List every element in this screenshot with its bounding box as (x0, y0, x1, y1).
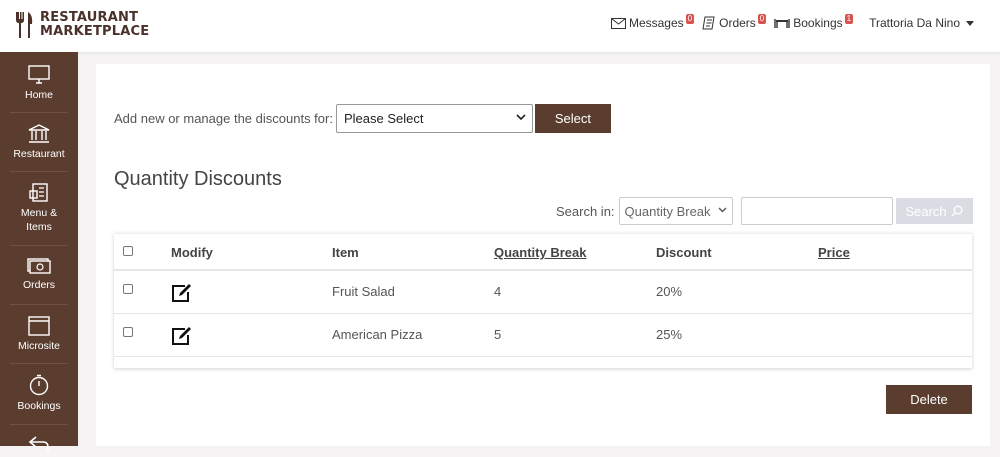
sidebar-item-label-line-2: Items (26, 221, 52, 233)
sidebar-item-label: Restaurant (13, 148, 65, 160)
search-field-select[interactable]: Quantity Break (618, 197, 733, 225)
sidebar-item-bookings[interactable]: Bookings (0, 374, 78, 413)
stopwatch-icon (29, 374, 49, 396)
column-header-quantity-break[interactable]: Quantity Break (494, 245, 586, 260)
discount-target-select[interactable]: Please Select (335, 104, 533, 133)
search-button[interactable]: Search (895, 198, 973, 224)
sidebar-item-restaurant[interactable]: Restaurant (0, 124, 78, 161)
cell-item: Fruit Salad (332, 284, 395, 299)
column-header-item: Item (332, 245, 359, 260)
sidebar-item-label: Menu & (20, 207, 58, 219)
window-icon (28, 316, 50, 336)
discounts-table: Modify Item Quantity Break Discount Pric… (114, 233, 972, 368)
orders-count-badge: 0 (757, 14, 767, 24)
select-button[interactable]: Select (534, 104, 611, 133)
sidebar-divider (10, 304, 68, 305)
search-icon (951, 205, 963, 217)
column-header-discount: Discount (656, 245, 712, 260)
user-menu[interactable]: Trattoria Da Nino (869, 16, 974, 30)
menu-icon (29, 183, 48, 202)
top-nav: Messages 0 Orders 0 Bookings 1 Trattoria… (603, 14, 974, 30)
sidebar-divider (10, 363, 68, 364)
sidebar-divider (10, 245, 68, 246)
back-arrow-icon (28, 436, 49, 452)
user-name: Trattoria Da Nino (869, 16, 960, 30)
nav-bookings[interactable]: Bookings 1 (774, 14, 854, 30)
top-bar: RESTAURANT MARKETPLACE Messages 0 Orders… (0, 0, 1000, 52)
sidebar-item-menu-items[interactable]: Menu & Items (0, 183, 78, 234)
sidebar-item-label: Bookings (17, 400, 61, 412)
messages-count-badge: 0 (685, 14, 695, 24)
sidebar-item-orders[interactable]: Orders (0, 257, 78, 292)
cell-discount: 25% (656, 327, 683, 342)
select-all-checkbox[interactable] (123, 246, 133, 256)
sidebar-item-label: Home (24, 89, 53, 101)
nav-orders-label: Orders (719, 16, 756, 30)
table-header-row: Modify Item Quantity Break Discount Pric… (114, 233, 972, 271)
fork-knife-icon (16, 12, 33, 38)
search-input[interactable] (740, 197, 893, 225)
monitor-icon (28, 65, 50, 84)
row-checkbox[interactable] (123, 284, 133, 294)
brand-line-2: MARKETPLACE (40, 24, 150, 39)
sidebar-item-label: Orders (22, 279, 56, 291)
nav-messages[interactable]: Messages 0 (610, 14, 695, 30)
manage-label: Add new or manage the discounts for: (114, 111, 333, 126)
brand-logo[interactable]: RESTAURANT MARKETPLACE (14, 11, 149, 39)
sidebar-item-microsite[interactable]: Microsite (0, 316, 78, 353)
discount-target-row: Add new or manage the discounts for: Ple… (114, 104, 611, 133)
sidebar: Home Restaurant Menu & Items Orders Micr… (0, 52, 78, 452)
sidebar-divider (10, 171, 68, 172)
sidebar-divider (10, 424, 68, 425)
search-in-label: Search in: (556, 203, 615, 219)
sidebar-item-home[interactable]: Home (0, 65, 78, 102)
delete-button[interactable]: Delete (886, 385, 972, 414)
nav-orders[interactable]: Orders 0 (702, 14, 767, 30)
column-header-price[interactable]: Price (818, 245, 850, 260)
table-row: Fruit Salad 4 20% (114, 271, 972, 314)
table-row: American Pizza 5 25% (114, 314, 972, 357)
edit-icon[interactable] (171, 283, 193, 303)
cell-discount: 20% (656, 284, 683, 299)
cell-quantity-break: 4 (494, 284, 502, 299)
envelope-icon (610, 17, 626, 29)
brand-line-1: RESTAURANT (40, 10, 139, 25)
nav-bookings-label: Bookings (793, 16, 843, 30)
cell-item: American Pizza (332, 327, 423, 342)
bookings-count-badge: 1 (844, 14, 854, 24)
edit-icon[interactable] (171, 326, 193, 346)
receipt-icon (702, 16, 715, 30)
main-panel: Add new or manage the discounts for: Ple… (96, 64, 990, 446)
discount-target-value: Please Select (343, 111, 424, 126)
cell-quantity-break: 5 (494, 327, 502, 342)
building-icon (28, 124, 50, 143)
chevron-down-icon (718, 207, 727, 213)
sidebar-divider (10, 112, 68, 113)
chevron-down-icon (966, 20, 974, 26)
column-header-modify: Modify (171, 245, 213, 260)
nav-messages-label: Messages (628, 16, 684, 30)
search-button-label: Search (905, 203, 947, 219)
sidebar-item-label: Microsite (17, 340, 60, 352)
search-bar: Search in: Quantity Break Search (556, 197, 973, 225)
table-chairs-icon (774, 19, 790, 28)
page-title: Quantity Discounts (114, 168, 282, 190)
chevron-down-icon (516, 114, 526, 121)
cash-icon (27, 258, 51, 274)
row-checkbox[interactable] (123, 327, 133, 337)
search-field-value: Quantity Break (624, 204, 711, 219)
